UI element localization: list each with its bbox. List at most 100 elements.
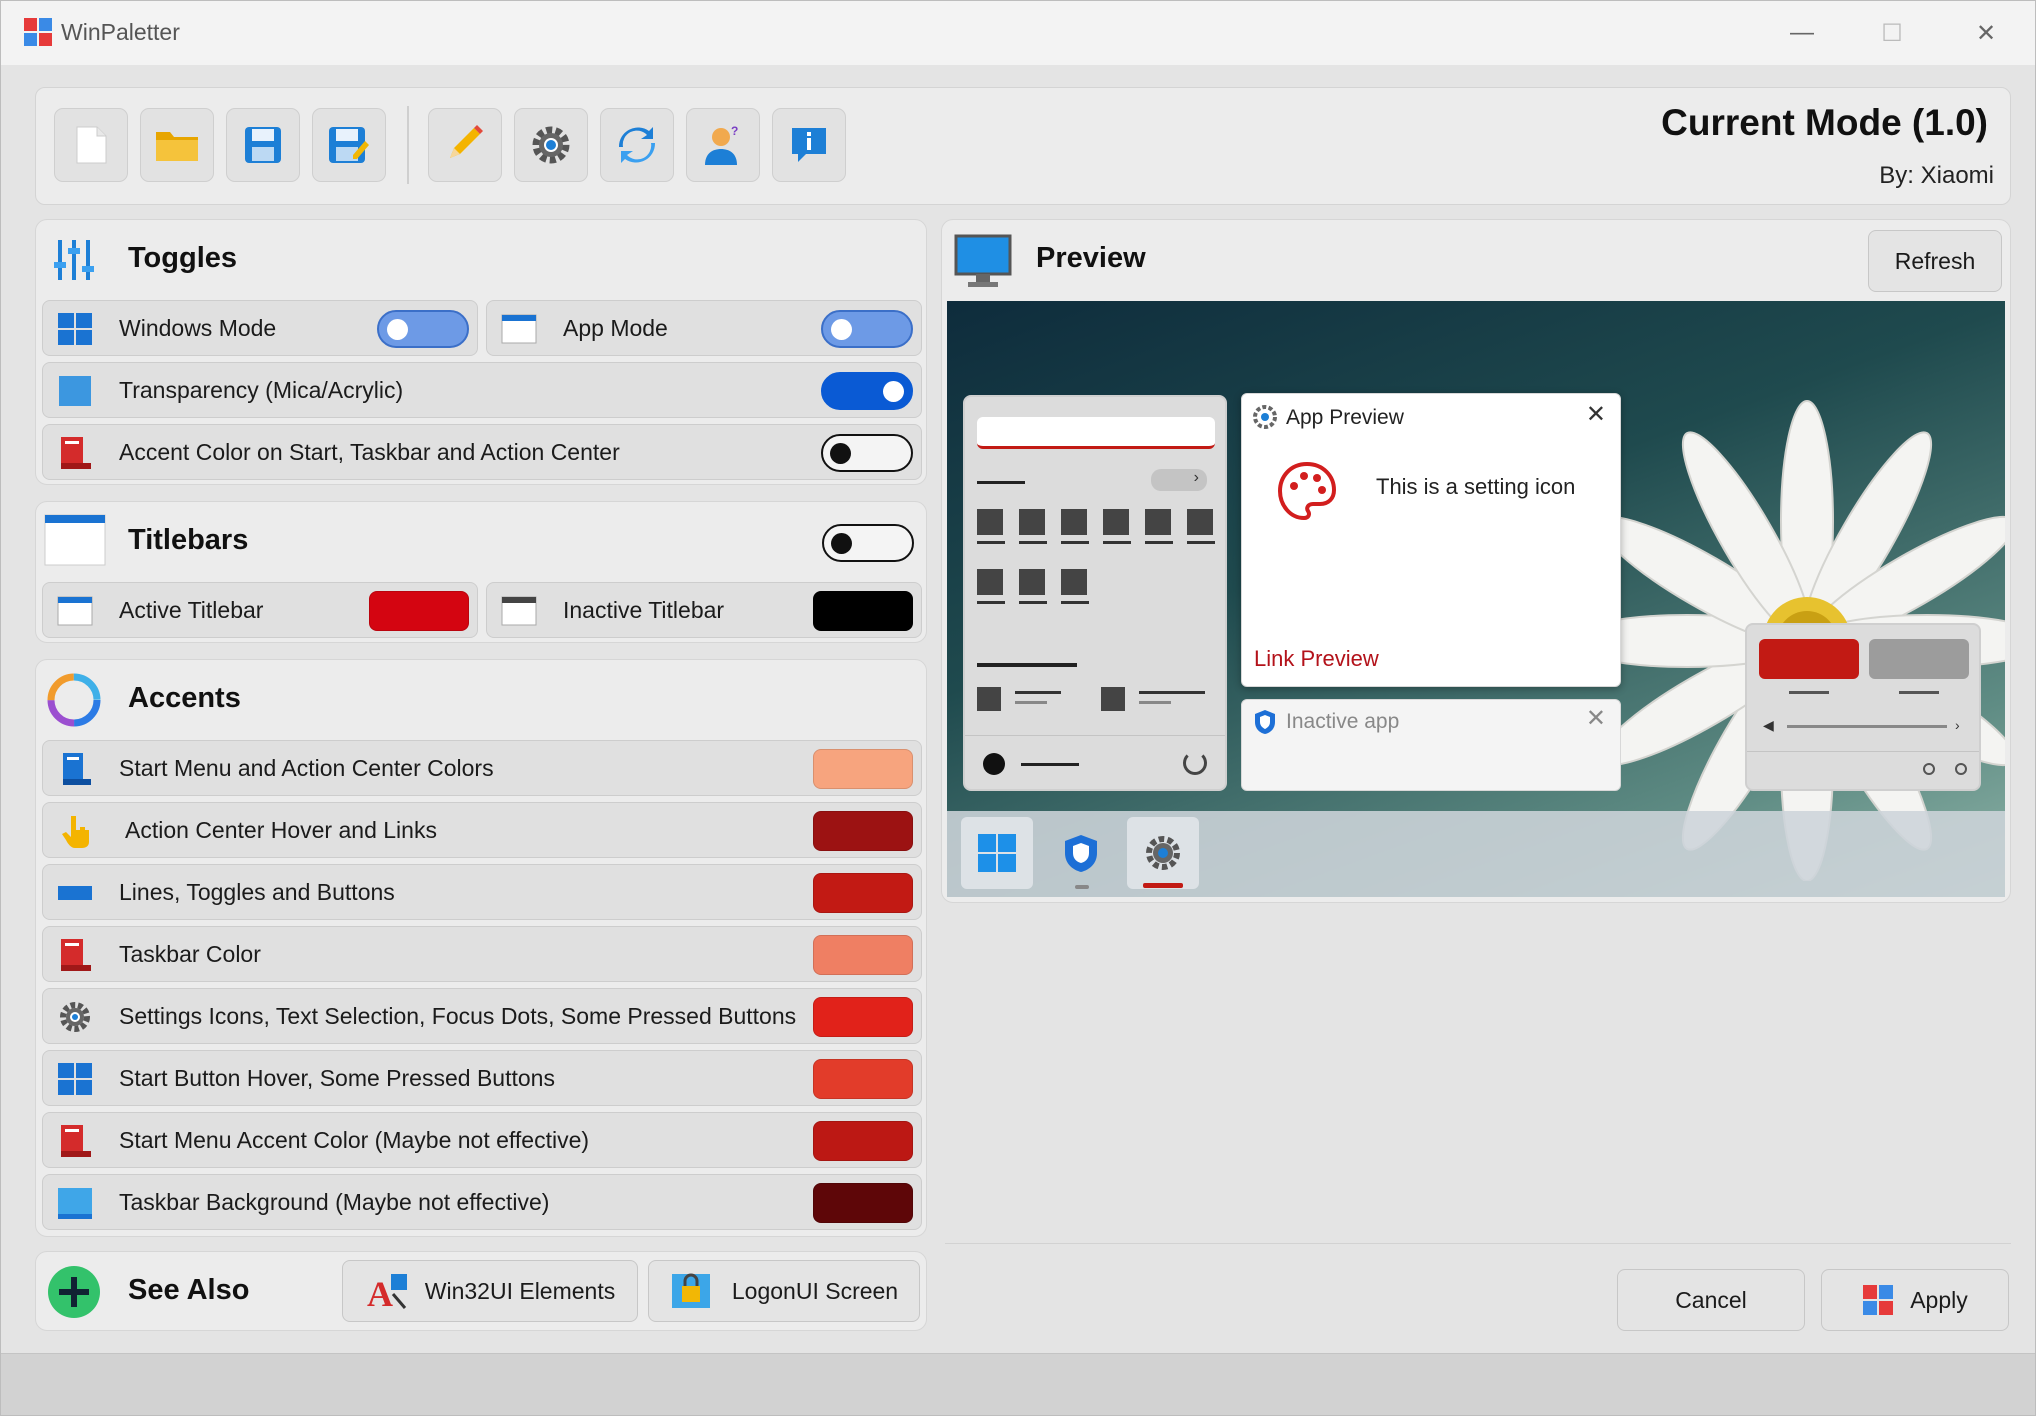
start-menu-preview: › — [963, 395, 1227, 791]
mode-title: Current Mode (1.0) — [1661, 102, 1988, 143]
new-button[interactable] — [54, 108, 128, 182]
pinned-app-label — [1019, 601, 1047, 604]
pinned-app-label — [1061, 601, 1089, 604]
settings-button[interactable] — [514, 108, 588, 182]
pointer-hand-icon — [62, 816, 89, 848]
accent-color-swatch[interactable] — [813, 749, 913, 789]
gear-icon — [60, 1002, 90, 1032]
app-mode-label: App Mode — [563, 315, 668, 341]
accent-on-start-toggle[interactable] — [821, 434, 913, 472]
palette-icon — [1277, 461, 1337, 521]
win32ui-elements-button[interactable]: A Win32UI Elements — [342, 1260, 638, 1322]
power-icon — [1183, 751, 1207, 775]
winpaletter-logo-icon — [24, 18, 52, 46]
cancel-button[interactable]: Cancel — [1617, 1269, 1805, 1331]
app-window-icon — [501, 314, 537, 344]
logonui-screen-button[interactable]: LogonUI Screen — [648, 1260, 920, 1322]
windows-mode-toggle[interactable] — [377, 310, 469, 348]
titlebars-toggle[interactable] — [822, 524, 914, 562]
see-also-group: See Also A Win32UI Elements LogonUI Scre… — [35, 1251, 927, 1331]
windows-mode-label: Windows Mode — [119, 315, 277, 341]
inactive-app-window: Inactive app ✕ — [1241, 699, 1621, 791]
app-mode-toggle[interactable] — [821, 310, 913, 348]
accent-row: Start Menu Accent Color (Maybe not effec… — [42, 1112, 922, 1168]
pinned-app-tile — [977, 509, 1003, 535]
maximize-icon: ☐ — [1881, 19, 1903, 47]
refresh-label: Refresh — [1894, 247, 1976, 274]
accent-color-swatch[interactable] — [813, 811, 913, 851]
titlebars-title: Titlebars — [128, 524, 249, 556]
active-titlebar-label: Active Titlebar — [119, 597, 264, 623]
close-icon: ✕ — [1975, 19, 1997, 47]
toggles-group: Toggles Windows Mode App Mode Transparen… — [35, 219, 927, 485]
user-avatar — [983, 753, 1005, 775]
lock-screen-icon — [671, 1273, 710, 1308]
pinned-app-tile — [1061, 509, 1087, 535]
accent-color-swatch[interactable] — [813, 1183, 913, 1223]
taskbar-icon — [61, 939, 91, 971]
edit-button[interactable] — [428, 108, 502, 182]
all-apps-button: › — [1151, 469, 1207, 491]
inactive-titlebar-label: Inactive Titlebar — [563, 597, 725, 623]
open-button[interactable] — [140, 108, 214, 182]
app-window: WinPaletter — ☐ ✕ ? Current Mode (1.0) B… — [0, 0, 2036, 1416]
pinned-app-label — [1187, 541, 1215, 544]
save-button[interactable] — [226, 108, 300, 182]
window-titlebar[interactable]: WinPaletter — ☐ ✕ — [1, 1, 2035, 65]
accent-row: Settings Icons, Text Selection, Focus Do… — [42, 988, 922, 1044]
accent-color-swatch[interactable] — [813, 997, 913, 1037]
window-title: WinPaletter — [61, 19, 180, 45]
sun-icon — [387, 319, 408, 340]
pinned-app-tile — [977, 569, 1003, 595]
accent-on-start-label: Accent Color on Start, Taskbar and Actio… — [119, 439, 620, 465]
accent-label: Lines, Toggles and Buttons — [119, 879, 395, 905]
link-preview[interactable]: Link Preview — [1254, 646, 1379, 672]
pinned-app-tile — [1103, 509, 1129, 535]
start-menu-accent-icon — [61, 1125, 91, 1157]
windows-mode-row: Windows Mode — [42, 300, 478, 356]
open-folder-icon — [156, 132, 198, 161]
inactive-titlebar-color[interactable] — [813, 591, 913, 631]
accent-label: Settings Icons, Text Selection, Focus Do… — [119, 1003, 797, 1029]
main-toolbar: ? Current Mode (1.0) By: Xiaomi — [35, 87, 2011, 205]
accent-color-swatch[interactable] — [813, 935, 913, 975]
accent-color-swatch[interactable] — [813, 1121, 913, 1161]
edit-pencil-icon — [450, 125, 483, 158]
accent-label: Taskbar Background (Maybe not effective) — [119, 1189, 550, 1215]
app-preview-title: App Preview — [1286, 406, 1404, 429]
start-menu-red-icon — [61, 437, 91, 469]
accent-row: Lines, Toggles and Buttons — [42, 864, 922, 920]
accent-color-swatch[interactable] — [813, 873, 913, 913]
close-button[interactable]: ✕ — [1941, 1, 2031, 65]
update-button[interactable] — [600, 108, 674, 182]
active-app-indicator — [1143, 883, 1183, 888]
settings-gear-icon — [532, 126, 570, 164]
minimize-button[interactable]: — — [1757, 1, 1847, 65]
taskbar-bg-icon — [58, 1188, 92, 1219]
start-menu-icon — [63, 753, 91, 785]
accent-on-start-row: Accent Color on Start, Taskbar and Actio… — [42, 424, 922, 480]
pinned-app-tile — [1019, 569, 1045, 595]
quick-action-on — [1759, 639, 1859, 679]
accent-label: Start Button Hover, Some Pressed Buttons — [119, 1065, 555, 1091]
info-button[interactable] — [772, 108, 846, 182]
pinned-app-label — [1061, 541, 1089, 544]
transparency-toggle[interactable] — [821, 372, 913, 410]
win32ui-label: Win32UI Elements — [424, 1277, 616, 1304]
maximize-button[interactable]: ☐ — [1847, 1, 1937, 65]
see-also-title: See Also — [128, 1274, 250, 1306]
pinned-app-label — [977, 601, 1005, 604]
accent-color-swatch[interactable] — [813, 1059, 913, 1099]
about-user-button[interactable]: ? — [686, 108, 760, 182]
volume-slider — [1787, 725, 1947, 728]
refresh-button[interactable]: Refresh — [1868, 230, 2002, 292]
windows-logo-icon — [58, 1063, 92, 1095]
active-titlebar-color[interactable] — [369, 591, 469, 631]
save-as-button[interactable] — [312, 108, 386, 182]
apply-button[interactable]: Apply — [1821, 1269, 2009, 1331]
accent-row: Taskbar Color — [42, 926, 922, 982]
cancel-label: Cancel — [1675, 1286, 1747, 1313]
accent-label: Start Menu and Action Center Colors — [119, 755, 494, 781]
quick-action-off — [1869, 639, 1969, 679]
minimize-icon: — — [1790, 19, 1814, 46]
